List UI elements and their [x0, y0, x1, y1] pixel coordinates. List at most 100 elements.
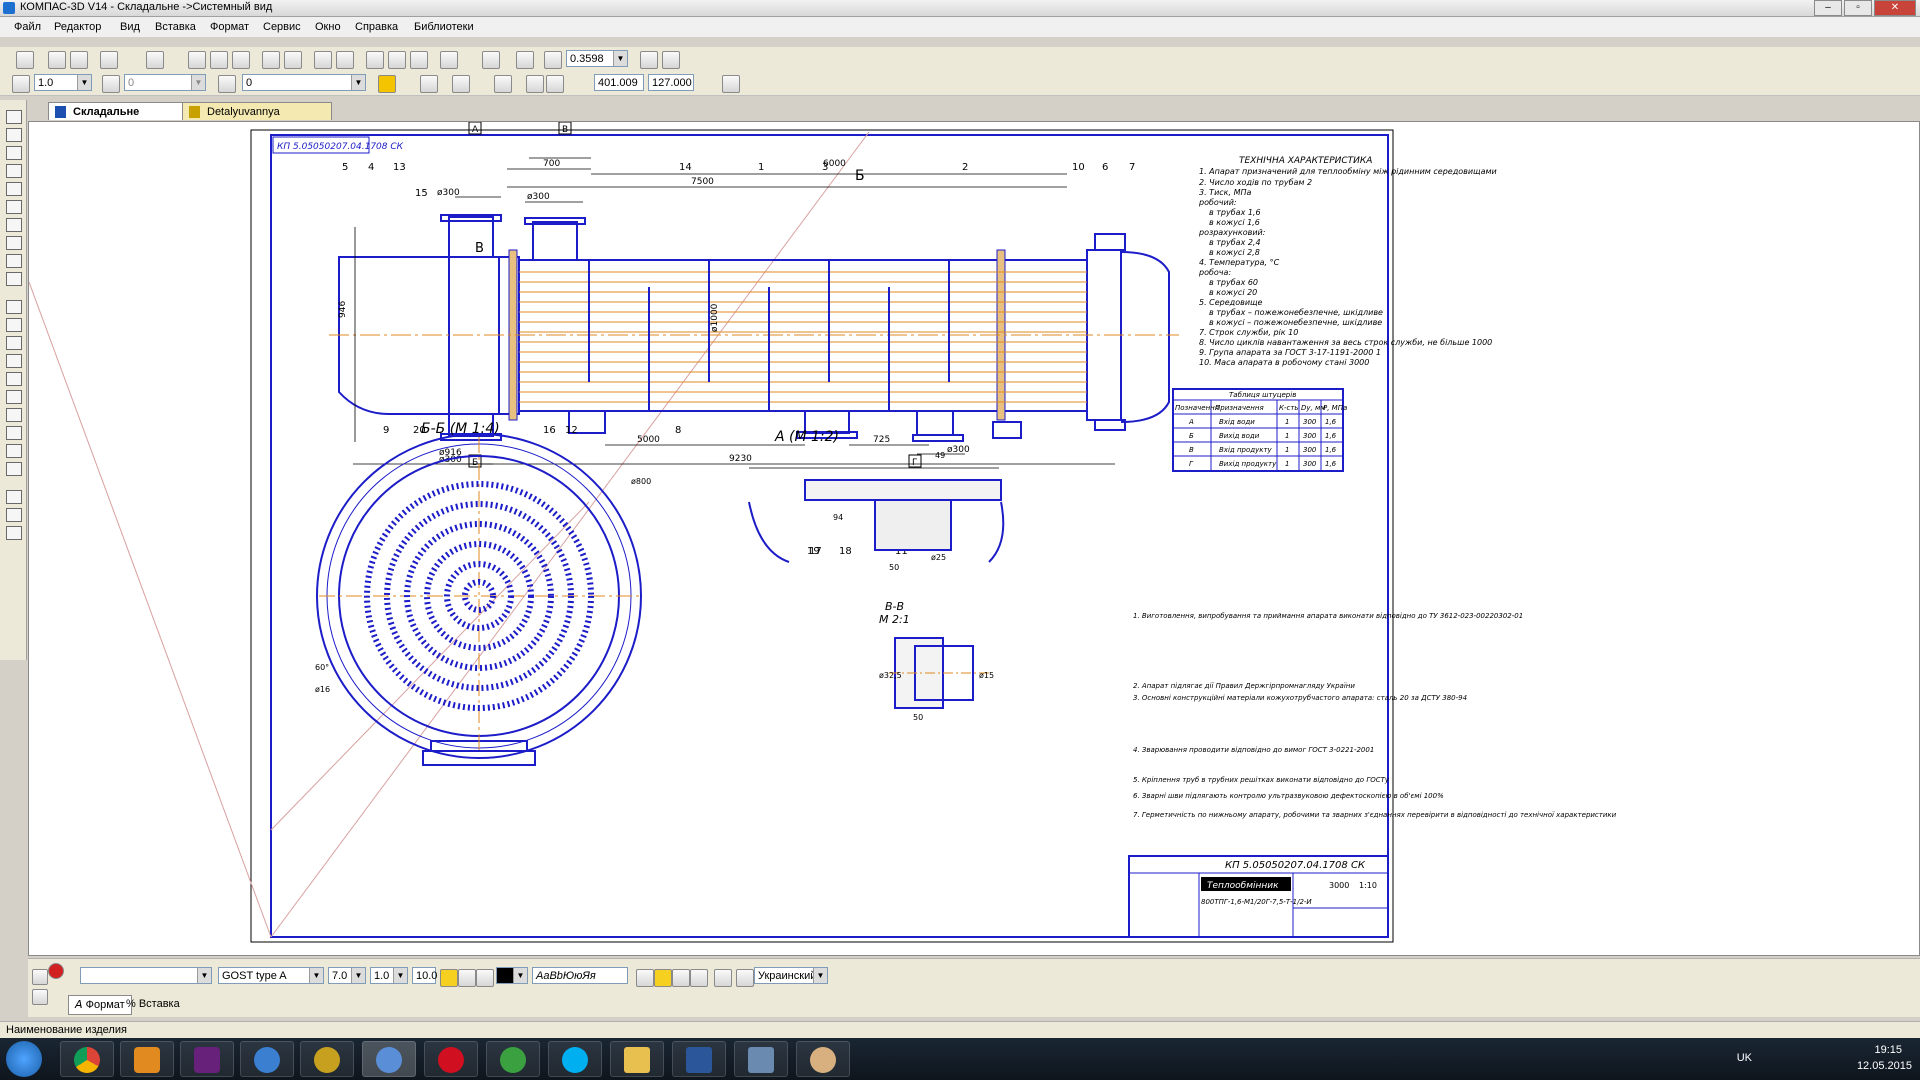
taskbar-warcraft[interactable]: [300, 1041, 354, 1077]
help-icon[interactable]: [32, 989, 48, 1005]
tab-insert[interactable]: % Вставка: [120, 995, 186, 1013]
zoom-scale-combo[interactable]: 0.3598 ▼: [566, 50, 628, 67]
spec-icon[interactable]: [6, 254, 22, 268]
menu-format[interactable]: Формат: [210, 21, 249, 33]
coord-y-field[interactable]: 127.000: [648, 74, 694, 91]
stop-icon[interactable]: [48, 963, 64, 979]
spell-check-icon[interactable]: [736, 969, 754, 987]
new-document-icon[interactable]: [16, 51, 34, 69]
menu-view[interactable]: Вид: [120, 21, 140, 33]
print-icon[interactable]: [100, 51, 118, 69]
tolerance-icon[interactable]: [6, 408, 22, 422]
center-mark-icon[interactable]: [6, 462, 22, 476]
angle-icon[interactable]: [102, 75, 120, 93]
menu-file[interactable]: Файл: [14, 21, 41, 33]
bold-icon[interactable]: [458, 969, 476, 987]
taskbar-word[interactable]: [672, 1041, 726, 1077]
drawing-canvas[interactable]: КП 5.05050207.04.1708 СК 700 7500 6000 5…: [28, 121, 1920, 956]
table-icon[interactable]: [6, 318, 22, 332]
align-right-icon[interactable]: [672, 969, 690, 987]
help-pointer-icon[interactable]: [440, 51, 458, 69]
taskbar-utorrent[interactable]: [486, 1041, 540, 1077]
menu-window[interactable]: Окно: [315, 21, 341, 33]
menu-service[interactable]: Сервис: [263, 21, 301, 33]
text-color-combo[interactable]: ▼: [496, 967, 528, 984]
parametrization-icon[interactable]: [6, 182, 22, 196]
indent-icon[interactable]: [714, 969, 732, 987]
angle-combo[interactable]: 0 ▼: [124, 74, 206, 91]
wave-line-icon[interactable]: [6, 508, 22, 522]
step-icon[interactable]: [12, 75, 30, 93]
properties-icon[interactable]: [284, 51, 302, 69]
font-combo[interactable]: GOST type A ▼: [218, 967, 324, 984]
language-indicator[interactable]: UK: [1737, 1052, 1752, 1064]
menu-insert[interactable]: Вставка: [155, 21, 196, 33]
local-cs-icon[interactable]: [420, 75, 438, 93]
font-size-combo[interactable]: 7.0 ▼: [328, 967, 366, 984]
align-center-icon[interactable]: [654, 969, 672, 987]
zoom-in-icon[interactable]: [544, 51, 562, 69]
taskbar-visual-studio[interactable]: [180, 1041, 234, 1077]
menu-libraries[interactable]: Библиотеки: [414, 21, 474, 33]
open-folder-icon[interactable]: [48, 51, 66, 69]
close-button[interactable]: ✕: [1874, 0, 1916, 16]
geometry-icon[interactable]: [6, 110, 22, 124]
menu-editor[interactable]: Редактор: [54, 21, 101, 33]
italic-icon[interactable]: [440, 969, 458, 987]
minimize-button[interactable]: –: [1814, 0, 1842, 16]
taskbar-opera[interactable]: [424, 1041, 478, 1077]
text-style-combo[interactable]: ▼: [80, 967, 212, 984]
taskbar-media-player[interactable]: [120, 1041, 174, 1077]
paste-icon[interactable]: [232, 51, 250, 69]
editing-icon[interactable]: [6, 164, 22, 178]
library-icon[interactable]: [388, 51, 406, 69]
break-line-icon[interactable]: [6, 526, 22, 540]
style-icon[interactable]: [378, 75, 396, 93]
taskbar-app[interactable]: [240, 1041, 294, 1077]
designations-icon[interactable]: [6, 146, 22, 160]
zoom-all-icon[interactable]: [516, 51, 534, 69]
menu-help[interactable]: Справка: [355, 21, 398, 33]
position-icon[interactable]: [6, 390, 22, 404]
taskbar-chrome[interactable]: [60, 1041, 114, 1077]
selection-icon[interactable]: [6, 218, 22, 232]
tab-detalyuvannya[interactable]: Detalyuvannya: [182, 102, 332, 120]
align-left-icon[interactable]: [636, 969, 654, 987]
copy-icon[interactable]: [210, 51, 228, 69]
taskbar-skype[interactable]: [548, 1041, 602, 1077]
snap-point-icon[interactable]: [6, 490, 22, 504]
line-spacing-combo[interactable]: 1.0 ▼: [370, 967, 408, 984]
layer-combo[interactable]: 0 ▼: [242, 74, 366, 91]
taskbar-kompas[interactable]: [362, 1041, 416, 1077]
fix-point-icon[interactable]: [722, 75, 740, 93]
measure-icon[interactable]: [6, 200, 22, 214]
maximize-button[interactable]: ▫: [1844, 0, 1872, 16]
base-icon[interactable]: [6, 354, 22, 368]
undo-icon[interactable]: [314, 51, 332, 69]
orthogonal-icon[interactable]: [494, 75, 512, 93]
arrow-view-icon[interactable]: [6, 444, 22, 458]
round-icon[interactable]: [526, 75, 544, 93]
dimensions-icon[interactable]: [6, 128, 22, 142]
align-justify-icon[interactable]: [690, 969, 708, 987]
taskbar-explorer[interactable]: [610, 1041, 664, 1077]
start-button[interactable]: [6, 1041, 42, 1077]
format-brush-icon[interactable]: [262, 51, 280, 69]
taskbar-network[interactable]: [734, 1041, 788, 1077]
underline-icon[interactable]: [476, 969, 494, 987]
tab-skladalne[interactable]: Складальне: [48, 102, 198, 120]
coord-x-field[interactable]: 401.009: [594, 74, 644, 91]
layer-icon[interactable]: [218, 75, 236, 93]
clock-time[interactable]: 19:15: [1874, 1044, 1902, 1056]
zoom-window-icon[interactable]: [482, 51, 500, 69]
associative-views-icon[interactable]: [6, 236, 22, 250]
manager-icon[interactable]: [366, 51, 384, 69]
cut-icon[interactable]: [188, 51, 206, 69]
leader-icon[interactable]: [6, 372, 22, 386]
step-combo[interactable]: 1.0 ▼: [34, 74, 92, 91]
cut-line-icon[interactable]: [6, 426, 22, 440]
taskbar-paint[interactable]: [796, 1041, 850, 1077]
grid-icon[interactable]: [452, 75, 470, 93]
redo-icon[interactable]: [336, 51, 354, 69]
snap-icon[interactable]: [546, 75, 564, 93]
